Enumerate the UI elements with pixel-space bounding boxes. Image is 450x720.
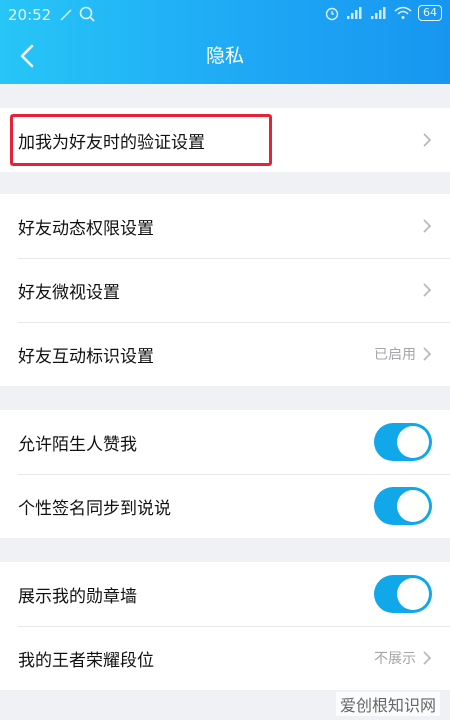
toggle-knob [397, 490, 429, 522]
toggle-switch[interactable] [374, 423, 432, 461]
row-value: 不展示 [374, 651, 416, 667]
alarm-icon [325, 7, 339, 21]
nfc-icon [60, 9, 72, 21]
row-label: 我的王者荣耀段位 [18, 650, 154, 671]
toggle-switch[interactable] [374, 487, 432, 525]
battery-indicator: 64 [418, 5, 442, 21]
chevron-right-icon [423, 283, 432, 297]
chevron-right-icon [423, 219, 432, 233]
toggle-switch[interactable] [374, 575, 432, 613]
row-friend-weishi[interactable]: 好友微视设置 [0, 258, 450, 322]
row-label: 允许陌生人赞我 [18, 434, 137, 455]
settings-group-friends: 好友动态权限设置 好友微视设置 好友互动标识设置 已启用 [0, 194, 450, 386]
signal-icon [371, 7, 386, 19]
chevron-right-icon [423, 347, 432, 361]
toggle-knob [397, 578, 429, 610]
row-show-medal-wall: 展示我的勋章墙 [0, 562, 450, 626]
row-label: 个性签名同步到说说 [18, 498, 171, 519]
row-label: 好友动态权限设置 [18, 218, 154, 239]
status-bar: 20:52 64 [0, 0, 450, 30]
row-friend-feed-permissions[interactable]: 好友动态权限设置 [0, 194, 450, 258]
row-label: 好友互动标识设置 [18, 346, 154, 367]
row-honor-of-kings-rank[interactable]: 我的王者荣耀段位 不展示 [0, 626, 450, 690]
highlight-annotation [10, 114, 272, 166]
row-value: 已启用 [374, 347, 416, 363]
row-label: 展示我的勋章墙 [18, 586, 137, 607]
row-label: 好友微视设置 [18, 282, 120, 303]
search-icon [80, 6, 96, 22]
row-signature-sync: 个性签名同步到说说 [0, 474, 450, 538]
toggle-knob [397, 426, 429, 458]
status-time: 20:52 [8, 6, 52, 24]
signal-icon [347, 7, 362, 19]
chevron-right-icon [423, 133, 432, 147]
watermark: 爱创根知识网 [335, 692, 440, 716]
wifi-icon [394, 6, 412, 19]
app-header: 20:52 64 隐私 [0, 0, 450, 84]
settings-group-social: 允许陌生人赞我 个性签名同步到说说 [0, 410, 450, 538]
chevron-right-icon [423, 651, 432, 665]
page-title: 隐私 [205, 45, 244, 67]
settings-group-display: 展示我的勋章墙 我的王者荣耀段位 不展示 [0, 562, 450, 690]
status-left-icons [58, 5, 96, 27]
row-allow-stranger-likes: 允许陌生人赞我 [0, 410, 450, 474]
status-right: 64 [324, 5, 442, 21]
row-friend-interaction-badge[interactable]: 好友互动标识设置 已启用 [0, 322, 450, 386]
